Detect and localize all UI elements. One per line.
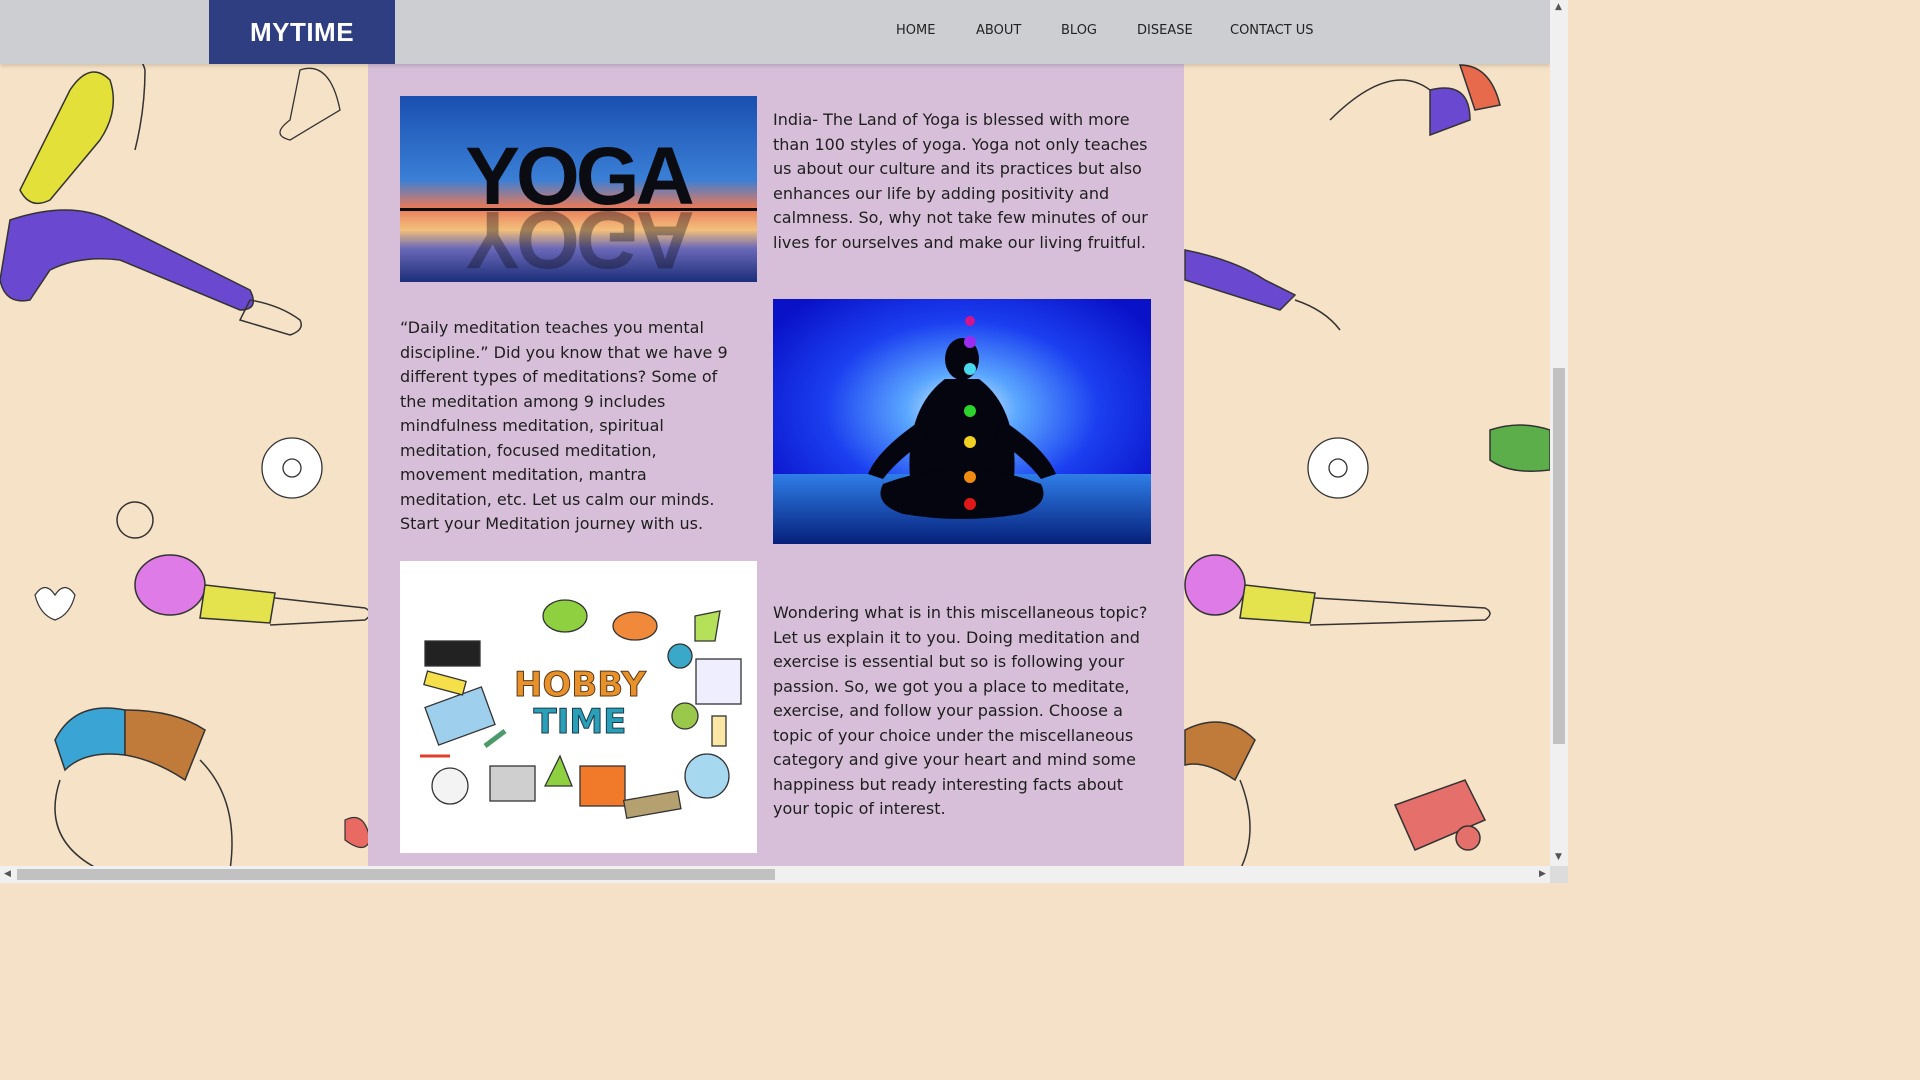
content-panel: YOGA YOGA India- The Land of Yoga is ble… <box>368 0 1184 866</box>
yoga-figure-seated-right <box>1489 424 1550 472</box>
yoga-figure-backbend-left <box>54 707 371 866</box>
yoga-figure-backbend-right <box>1184 721 1256 866</box>
horizontal-scroll-thumb[interactable] <box>17 869 775 880</box>
yoga-figure-cobra-right <box>1184 554 1491 626</box>
nav-home[interactable]: HOME <box>896 23 935 38</box>
meditation-description: “Daily meditation teaches you mental dis… <box>400 318 728 533</box>
svg-text:YOGA: YOGA <box>465 194 693 282</box>
scroll-right-icon[interactable]: ▶ <box>1539 869 1546 879</box>
scrollbar-corner <box>1550 866 1568 883</box>
vertical-scrollbar[interactable]: ▲ ▼ <box>1550 0 1568 866</box>
hobby-caption-2: TIME <box>534 702 627 742</box>
yoga-description: India- The Land of Yoga is blessed with … <box>773 110 1148 252</box>
hobby-doodles-image: HOBBY TIME <box>400 561 757 853</box>
scroll-left-icon[interactable]: ◀ <box>4 869 11 879</box>
nav-blog[interactable]: BLOG <box>1061 23 1097 38</box>
yoga-sunset-image: YOGA YOGA <box>400 96 757 282</box>
vertical-scroll-thumb[interactable] <box>1553 368 1565 744</box>
scroll-up-icon[interactable]: ▲ <box>1555 2 1562 12</box>
horizontal-scrollbar[interactable]: ◀ ▶ <box>0 866 1550 883</box>
scroll-down-icon[interactable]: ▼ <box>1555 852 1562 862</box>
lotus-icon-right <box>1307 437 1369 499</box>
nav-about[interactable]: ABOUT <box>976 23 1021 38</box>
nav-disease[interactable]: DISEASE <box>1137 23 1193 38</box>
nav-contact-us[interactable]: CONTACT US <box>1230 23 1314 38</box>
site-logo[interactable]: MYTIME <box>209 0 395 64</box>
hobby-description: Wondering what is in this miscellaneous … <box>773 603 1148 818</box>
yoga-figure-lunge-right <box>1184 249 1341 331</box>
chakra-meditation-image <box>773 299 1151 544</box>
yoga-mat-icon <box>1393 779 1487 851</box>
yoga-figure-top-right <box>1329 64 1501 137</box>
yoga-figure-lunge-left <box>0 55 341 336</box>
hobby-caption-1: HOBBY <box>514 665 646 705</box>
yoga-figure-cobra-left <box>116 501 371 626</box>
top-navbar: MYTIME HOME ABOUT BLOG DISEASE CONTACT U… <box>0 0 1550 64</box>
